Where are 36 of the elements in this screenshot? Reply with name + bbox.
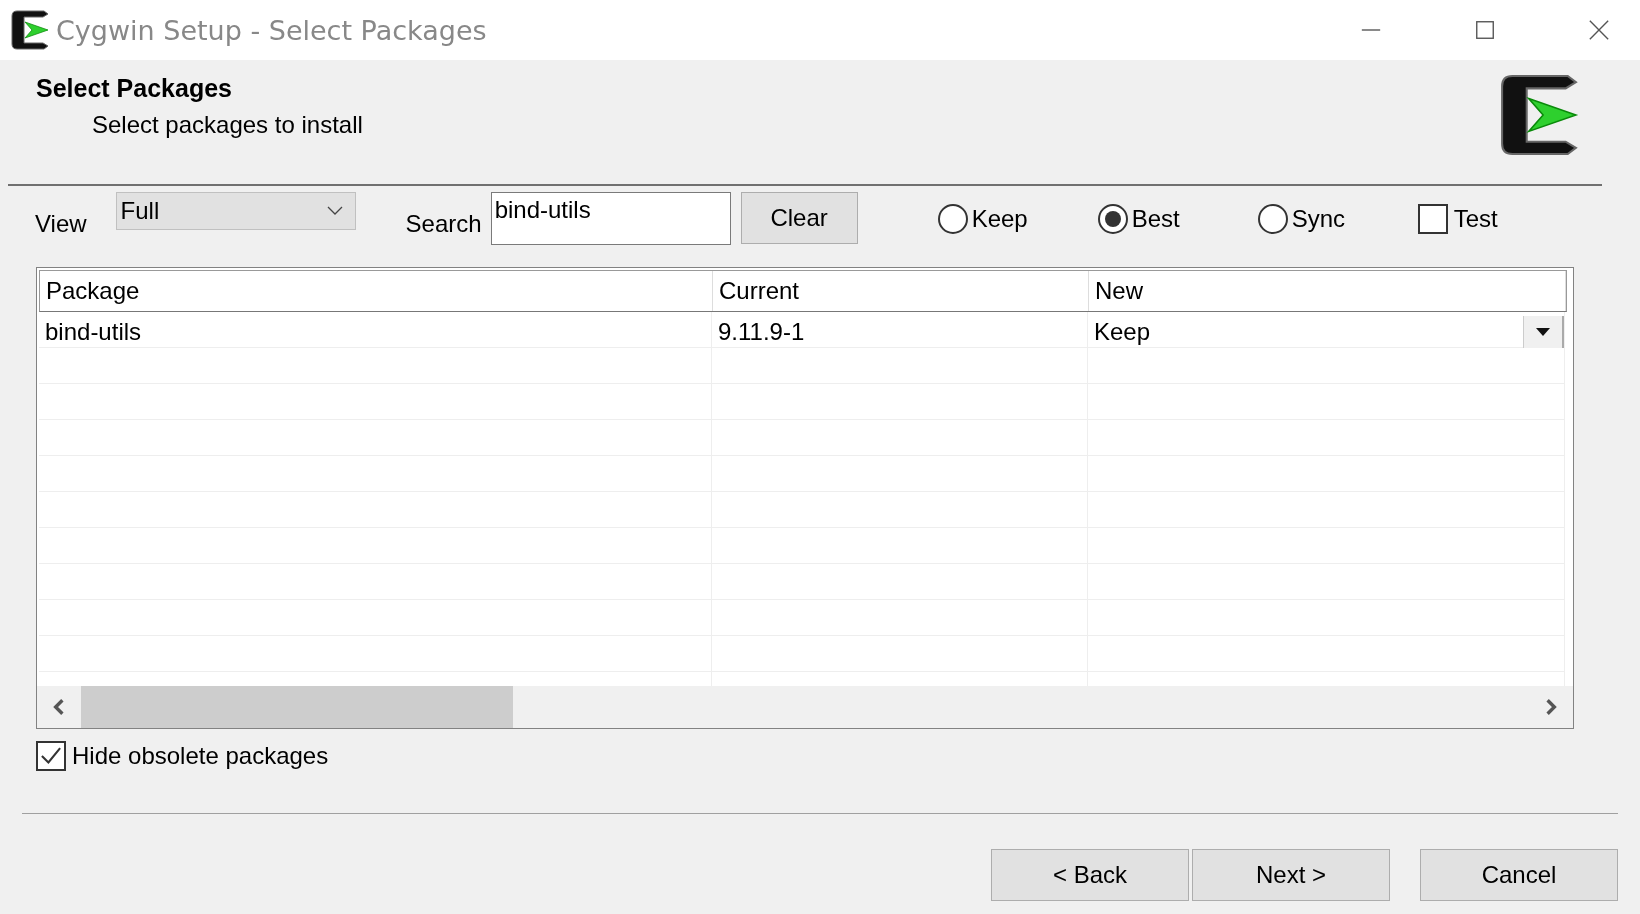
dialog-button[interactable]: Next > bbox=[1192, 849, 1390, 901]
table-cell: 9.11.9-1 bbox=[712, 312, 1088, 352]
close-icon[interactable] bbox=[1588, 19, 1610, 41]
search-label: Search bbox=[405, 210, 482, 238]
search-field[interactable]: bind-utils bbox=[490, 192, 731, 245]
view-label: View bbox=[35, 210, 87, 238]
horizontal-scrollbar[interactable] bbox=[37, 686, 1573, 728]
page-title: Select Packages bbox=[36, 74, 233, 103]
table-cell: Keep bbox=[1094, 318, 1151, 346]
dialog-button[interactable]: < Back bbox=[991, 849, 1189, 901]
checkbox[interactable] bbox=[36, 741, 66, 771]
window-title: Cygwin Setup - Select Packages bbox=[56, 14, 488, 46]
radio-button[interactable] bbox=[937, 204, 968, 234]
cygwin-logo-icon bbox=[1498, 74, 1580, 156]
option-label: Test bbox=[1453, 205, 1498, 233]
clear-button[interactable]: Clear bbox=[740, 192, 858, 244]
caret-icon bbox=[326, 206, 343, 216]
option-label: Sync bbox=[1291, 205, 1345, 233]
option-label: Best bbox=[1131, 205, 1180, 233]
dialog-button[interactable]: Cancel bbox=[1420, 849, 1618, 901]
checkbox[interactable] bbox=[1417, 204, 1448, 234]
column-header[interactable]: Current bbox=[713, 271, 1089, 311]
scroll-left-icon[interactable] bbox=[52, 698, 66, 716]
scroll-right-icon[interactable] bbox=[1544, 698, 1558, 716]
maximize-icon[interactable] bbox=[1474, 19, 1496, 41]
radio-button[interactable] bbox=[1257, 204, 1288, 234]
view-dropdown[interactable]: Full bbox=[115, 192, 356, 230]
scrollbar-thumb[interactable] bbox=[81, 686, 513, 728]
column-header[interactable]: Package bbox=[40, 271, 713, 311]
column-header[interactable]: New bbox=[1089, 271, 1566, 311]
checkbox-label: Hide obsolete packages bbox=[72, 742, 329, 770]
cygwin-logo-icon bbox=[10, 10, 50, 50]
option-label: Keep bbox=[971, 205, 1028, 233]
radio-button[interactable] bbox=[1097, 204, 1128, 234]
page-subtitle: Select packages to install bbox=[91, 111, 364, 139]
table-cell: bind-utils bbox=[39, 312, 712, 352]
